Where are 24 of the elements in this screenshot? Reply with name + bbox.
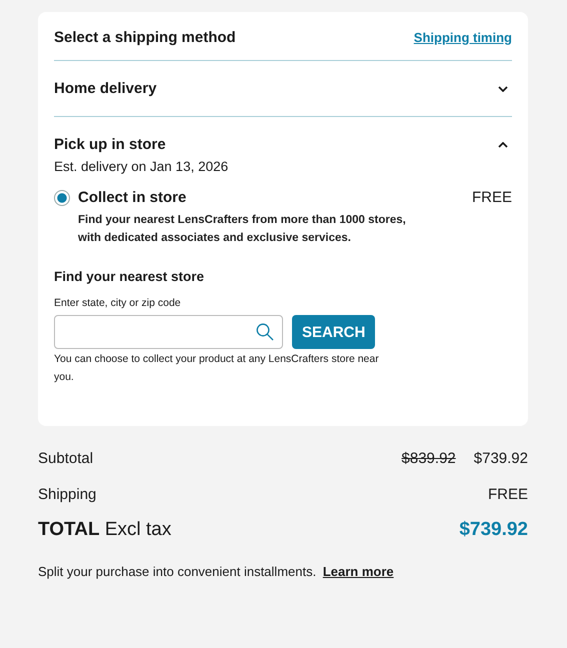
finder-note: You can choose to collect your product at any LensCrafters store near you. (54, 352, 380, 385)
search-icon (256, 323, 274, 341)
search-field[interactable] (54, 315, 283, 349)
shipping-timing-link[interactable]: Shipping timing (414, 30, 512, 45)
subtotal-label: Subtotal (38, 450, 94, 466)
accordion-header[interactable]: Home delivery (54, 61, 512, 116)
original-price: $839.92 (402, 450, 456, 466)
learn-more-link[interactable]: Learn more (322, 564, 394, 579)
radio-button[interactable] (54, 190, 70, 206)
option-label: Collect in store (78, 189, 186, 206)
field-label: Enter state, city or zip code (54, 297, 182, 309)
shipping-value: FREE (488, 486, 528, 502)
finder-title: Find your nearest store (54, 269, 206, 284)
delivery-estimate: Est. delivery on Jan 13, 2026 (54, 159, 230, 174)
shipping-label: Shipping (38, 486, 96, 502)
option-description: Find your nearest LensCrafters from more than 1000 stores, with dedicated associates and exclusive services. (78, 213, 407, 246)
total-value: $739.92 (459, 519, 528, 541)
subtotal-value: $739.92 (474, 450, 528, 466)
section-title: Select a shipping method (54, 29, 236, 46)
accordion-header[interactable]: Pick up in store (54, 117, 512, 159)
option-price: FREE (472, 189, 512, 206)
total-label: TOTAL Excl tax (38, 519, 172, 541)
installments-text: Split your purchase into convenient installments. (38, 564, 316, 579)
search-button[interactable]: SEARCH (292, 315, 376, 349)
